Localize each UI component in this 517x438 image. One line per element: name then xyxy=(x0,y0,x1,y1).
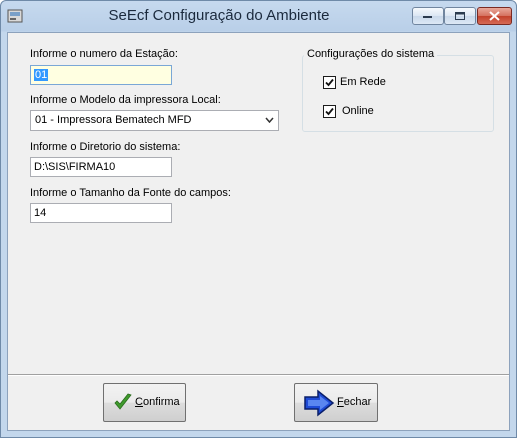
chevron-down-icon xyxy=(265,114,274,126)
online-label[interactable]: Online xyxy=(342,105,374,117)
directory-label: Informe o Diretorio do sistema: xyxy=(30,141,181,153)
divider xyxy=(8,374,509,376)
station-input[interactable]: 01 xyxy=(30,65,172,85)
online-checkbox[interactable] xyxy=(323,105,336,118)
directory-value: D:\SIS\FIRMA10 xyxy=(34,161,116,173)
maximize-button[interactable] xyxy=(444,7,476,25)
close-icon xyxy=(478,8,511,24)
directory-input[interactable]: D:\SIS\FIRMA10 xyxy=(30,157,172,177)
font-size-input[interactable]: 14 xyxy=(30,203,172,223)
station-label: Informe o numero da Estação: xyxy=(30,48,178,60)
em-rede-checkbox[interactable] xyxy=(323,76,336,89)
font-size-value: 14 xyxy=(34,207,47,219)
fechar-mnemonic: F xyxy=(337,396,344,408)
printer-select[interactable]: 01 - Impressora Bematech MFD xyxy=(30,110,279,131)
fechar-button[interactable]: Fechar xyxy=(294,383,378,422)
minimize-icon xyxy=(413,8,443,24)
window-title: SeEcf Configuração do Ambiente xyxy=(108,7,330,24)
checkmark-icon xyxy=(325,78,334,87)
maximize-icon xyxy=(445,8,475,24)
system-config-group xyxy=(302,55,494,132)
printer-selected: 01 - Impressora Bematech MFD xyxy=(35,114,192,126)
title-bar[interactable]: SeEcf Configuração do Ambiente xyxy=(1,1,516,32)
confirma-mnemonic: C xyxy=(135,396,143,408)
em-rede-label[interactable]: Em Rede xyxy=(340,76,386,88)
close-button[interactable] xyxy=(477,7,512,25)
confirma-button[interactable]: Confirma xyxy=(103,383,186,422)
station-value: 01 xyxy=(34,69,49,81)
minimize-button[interactable] xyxy=(412,7,444,25)
app-window: SeEcf Configuração do Ambiente Informe o… xyxy=(0,0,517,438)
system-config-title: Configurações do sistema xyxy=(304,48,438,60)
form-panel: Informe o numero da Estação: 01 Informe … xyxy=(7,32,510,431)
checkmark-icon xyxy=(114,393,132,410)
checkmark-icon xyxy=(325,107,334,116)
confirma-label: onfirma xyxy=(142,396,180,408)
printer-label: Informe o Modelo da impressora Local: xyxy=(30,94,221,106)
font-size-label: Informe o Tamanho da Fonte do campos: xyxy=(30,187,231,199)
exit-arrow-icon xyxy=(304,389,335,417)
fechar-label: echar xyxy=(343,396,372,408)
